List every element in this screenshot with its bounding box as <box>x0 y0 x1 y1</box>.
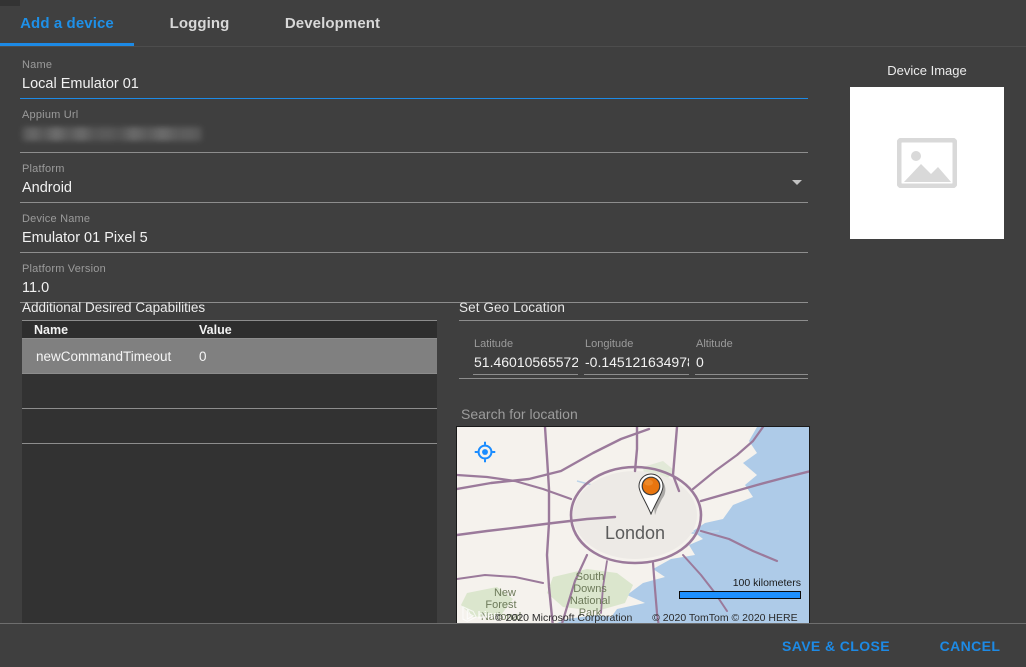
platform-underline <box>20 202 808 203</box>
column-header-value: Value <box>197 323 437 337</box>
chevron-down-icon[interactable] <box>792 180 802 185</box>
cancel-button[interactable]: CANCEL <box>925 624 1015 667</box>
cancel-label: CANCEL <box>940 638 1001 654</box>
tab-development[interactable]: Development <box>265 0 400 46</box>
image-placeholder-icon <box>897 138 957 188</box>
table-row[interactable] <box>22 374 437 409</box>
add-device-dialog: Add a device Logging Development Name Lo… <box>0 0 1026 667</box>
name-label: Name <box>20 58 808 73</box>
map-scale-bar <box>679 591 801 599</box>
map-scale-label: 100 kilometers <box>679 577 801 589</box>
geo-fields-rule <box>459 378 808 379</box>
device-form: Name Local Emulator 01 Appium Url Platfo… <box>20 58 808 304</box>
device-image-title: Device Image <box>850 62 1004 80</box>
locate-crosshair-icon[interactable] <box>474 441 496 463</box>
dialog-footer: SAVE & CLOSE CANCEL <box>0 623 1026 667</box>
svg-text:South: South <box>576 571 605 583</box>
name-underline <box>20 98 808 99</box>
field-appium-url: Appium Url <box>20 108 808 153</box>
field-latitude: Latitude 51.460105655728 <box>473 337 578 375</box>
map-view[interactable]: London South Downs National Park New For… <box>456 426 810 626</box>
spacer <box>20 204 808 212</box>
set-geo-location-section: Set Geo Location Latitude 51.46010565572… <box>459 299 808 427</box>
geo-section-title: Set Geo Location <box>459 299 808 317</box>
table-row[interactable] <box>22 409 437 444</box>
field-altitude: Altitude 0 <box>695 337 808 375</box>
altitude-underline <box>695 374 808 375</box>
longitude-input[interactable]: -0.145121634978 <box>584 352 689 372</box>
latitude-label: Latitude <box>473 337 578 352</box>
save-and-close-label: SAVE & CLOSE <box>782 638 890 654</box>
platform-version-label: Platform Version <box>20 262 808 277</box>
device-name-underline <box>20 252 808 253</box>
appium-url-underline <box>20 152 808 153</box>
cell-value: 0 <box>197 349 437 364</box>
longitude-label: Longitude <box>584 337 689 352</box>
additional-desired-capabilities-section: Additional Desired Capabilities Name Val… <box>22 299 437 656</box>
field-longitude: Longitude -0.145121634978 <box>584 337 689 375</box>
geo-section-rule <box>459 320 808 321</box>
appium-url-input[interactable] <box>20 127 808 150</box>
svg-text:New: New <box>494 587 516 599</box>
appium-url-label: Appium Url <box>20 108 808 123</box>
field-search-location: Search for location <box>459 404 808 427</box>
capabilities-table: Name Value newCommandTimeout 0 <box>22 320 437 656</box>
tab-add-a-device-label: Add a device <box>20 15 114 32</box>
altitude-label: Altitude <box>695 337 808 352</box>
geo-coordinate-fields: Latitude 51.460105655728 Longitude -0.14… <box>459 337 808 375</box>
tab-logging-label: Logging <box>170 15 230 32</box>
tab-logging[interactable]: Logging <box>134 0 265 46</box>
platform-version-input[interactable]: 11.0 <box>20 277 808 300</box>
capabilities-table-header: Name Value <box>22 321 437 339</box>
platform-label: Platform <box>20 162 808 177</box>
device-name-input[interactable]: Emulator 01 Pixel 5 <box>20 227 808 250</box>
map-scale: 100 kilometers <box>679 577 801 599</box>
capabilities-title: Additional Desired Capabilities <box>22 299 437 317</box>
map-location-pin[interactable] <box>636 473 666 515</box>
svg-text:Downs: Downs <box>573 583 607 595</box>
device-name-label: Device Name <box>20 212 808 227</box>
device-image-dropzone[interactable] <box>850 87 1004 239</box>
field-platform-version: Platform Version 11.0 <box>20 262 808 303</box>
field-device-name: Device Name Emulator 01 Pixel 5 <box>20 212 808 253</box>
name-input[interactable]: Local Emulator 01 <box>20 73 808 96</box>
latitude-input[interactable]: 51.460105655728 <box>473 352 578 372</box>
svg-text:National: National <box>570 595 610 607</box>
search-location-input[interactable]: Search for location <box>459 404 808 424</box>
cell-name: newCommandTimeout <box>22 349 197 364</box>
field-name: Name Local Emulator 01 <box>20 58 808 99</box>
field-platform: Platform Android <box>20 162 808 203</box>
spacer <box>20 154 808 162</box>
appium-url-redacted-value <box>22 127 202 141</box>
platform-select[interactable]: Android <box>20 177 808 200</box>
tab-bar: Add a device Logging Development <box>0 0 1026 47</box>
svg-text:London: London <box>605 523 665 543</box>
longitude-underline <box>584 374 689 375</box>
save-and-close-button[interactable]: SAVE & CLOSE <box>777 624 895 667</box>
column-header-name: Name <box>22 323 197 337</box>
tab-development-label: Development <box>285 15 380 32</box>
spacer <box>20 100 808 108</box>
altitude-input[interactable]: 0 <box>695 352 808 372</box>
device-image-panel: Device Image <box>850 62 1004 239</box>
latitude-underline <box>473 374 578 375</box>
spacer <box>20 254 808 262</box>
tab-add-a-device[interactable]: Add a device <box>0 0 134 46</box>
table-row[interactable]: newCommandTimeout 0 <box>22 339 437 374</box>
